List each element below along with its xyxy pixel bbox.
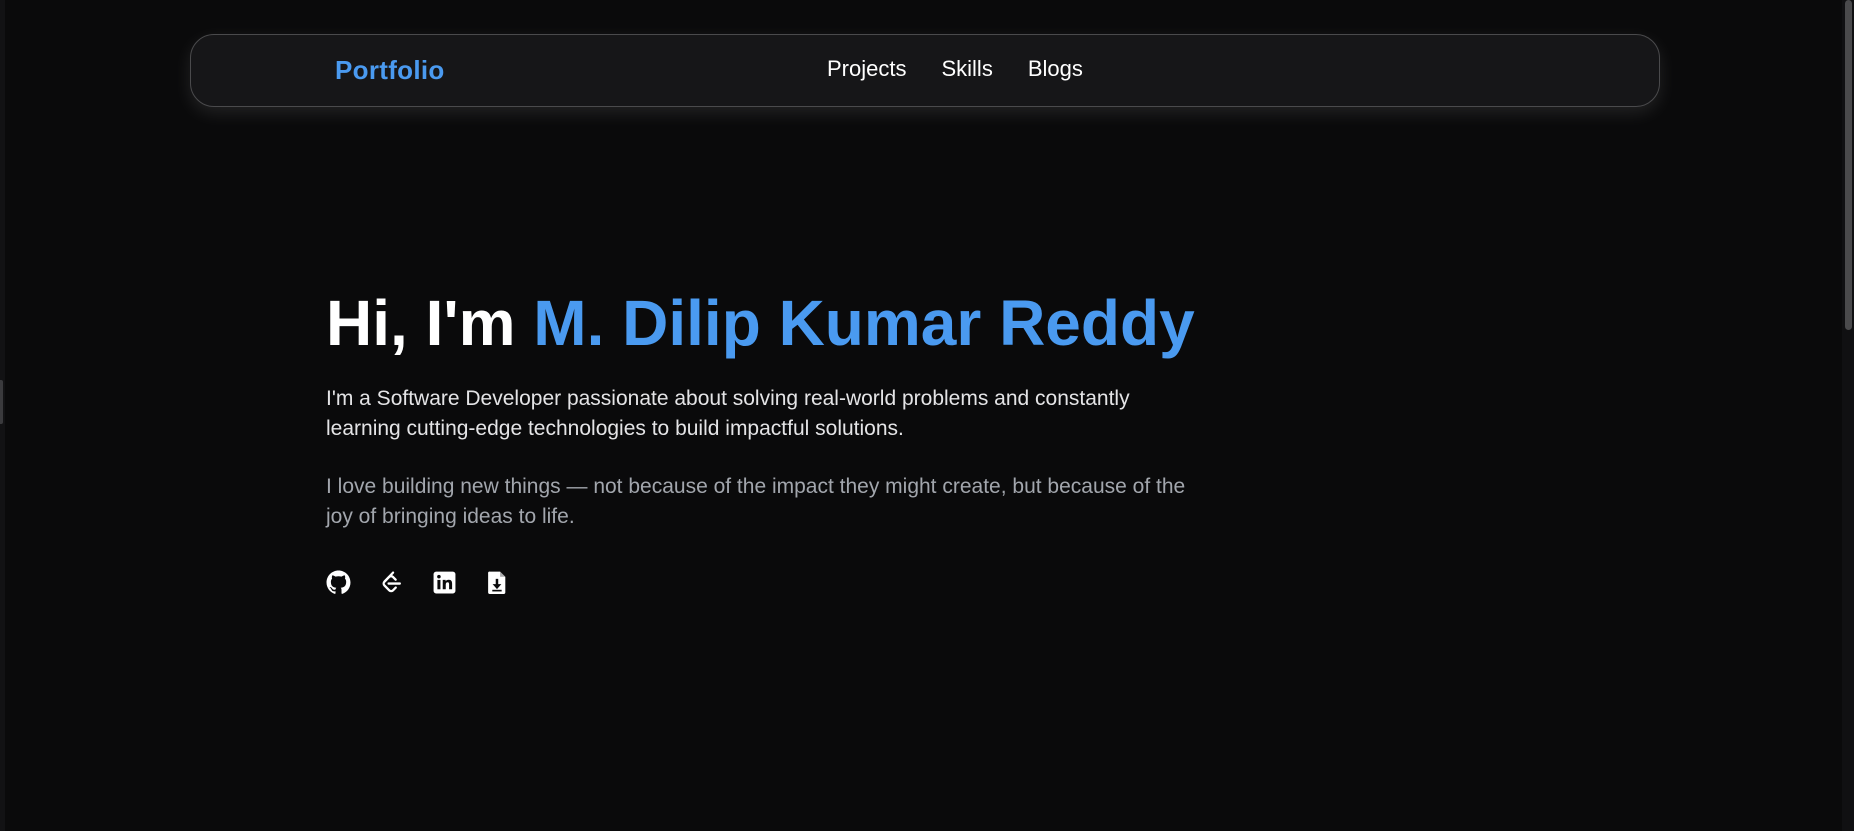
nav-link-projects[interactable]: Projects [827,56,906,82]
brand-logo[interactable]: Portfolio [335,55,445,86]
leetcode-link[interactable] [379,570,404,595]
hero-greeting: Hi, I'm [326,287,534,359]
hero-name: M. Dilip Kumar Reddy [533,287,1195,359]
hero-section: Hi, I'm M. Dilip Kumar Reddy I'm a Softw… [326,286,1326,595]
scrollbar-thumb[interactable] [1845,0,1852,330]
resume-download-icon [488,571,506,594]
linkedin-link[interactable] [432,570,457,595]
resume-download-link[interactable] [485,570,510,595]
social-links [326,570,1326,595]
hero-title: Hi, I'm M. Dilip Kumar Reddy [326,286,1326,360]
vertical-scrollbar[interactable] [1842,0,1854,831]
github-link[interactable] [326,570,351,595]
sidebar-handle[interactable] [0,380,3,424]
nav-link-blogs[interactable]: Blogs [1028,56,1083,82]
nav-link-skills[interactable]: Skills [941,56,992,82]
hero-description: I'm a Software Developer passionate abou… [326,387,1130,440]
nav-links: Projects Skills Blogs [827,56,1083,82]
portfolio-page: Portfolio Projects Skills Blogs Hi, I'm … [0,0,1854,831]
linkedin-icon [433,571,456,594]
leetcode-icon [382,571,401,593]
github-icon [326,570,351,594]
hero-quote: I love building new things — not because… [326,475,1186,528]
navbar: Portfolio Projects Skills Blogs [190,34,1660,107]
